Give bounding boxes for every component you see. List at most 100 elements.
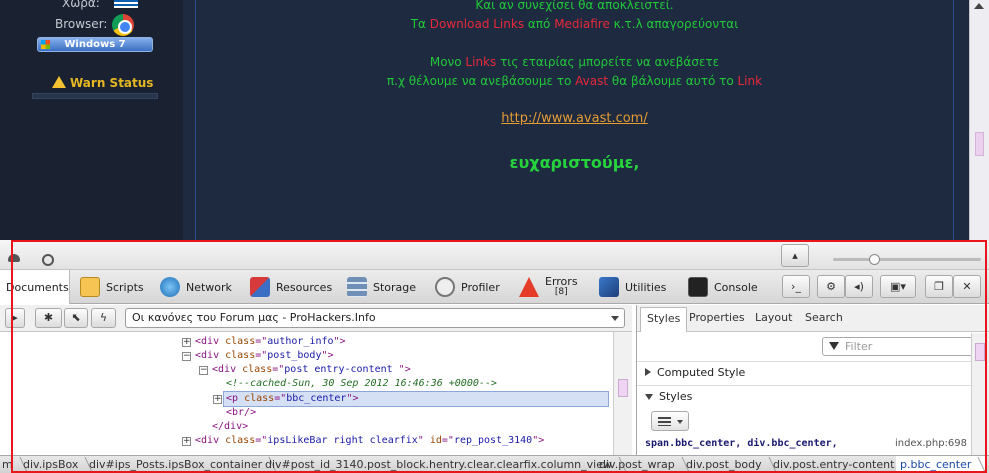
expand-icon — [645, 368, 651, 376]
cloud-icon[interactable] — [8, 254, 20, 262]
tab-label: Utilities — [625, 280, 667, 294]
page-scrollbar[interactable] — [969, 0, 989, 240]
tab-errors[interactable]: Errors [8] — [519, 270, 578, 304]
tab-layout[interactable]: Layout — [755, 311, 792, 324]
avast-link-text[interactable]: http://www.avast.com/ — [501, 111, 647, 126]
back-arrow-icon[interactable]: ▸ — [5, 308, 25, 328]
dom-node[interactable]: − <div class="post entry-content "> — [199, 363, 411, 377]
dom-node[interactable]: + <div class="author_info"> — [182, 335, 346, 349]
tab-console[interactable]: Console — [688, 270, 758, 304]
speedometer-icon[interactable] — [42, 254, 54, 266]
documents-toolbar: ▸ ✱ ⬉ ϟ Οι κανόνες του Forum μας - ProHa… — [0, 305, 632, 332]
tab-label: Network — [186, 280, 232, 294]
css-rule-selector[interactable]: span.bbc_center, div.bbc_center, — [645, 438, 838, 449]
warning-icon — [52, 76, 66, 88]
breadcrumb-item-current[interactable]: p.bbc_center — [896, 456, 986, 473]
breadcrumb-item[interactable]: div#ips_Posts.ipsBox_container — [85, 456, 276, 473]
style-options-button[interactable] — [651, 411, 689, 431]
errors-icon — [519, 277, 539, 297]
tab-resources[interactable]: Resources — [250, 270, 332, 304]
computed-style-section[interactable]: Computed Style — [637, 361, 989, 383]
tab-label: Storage — [373, 280, 417, 294]
dom-comment[interactable]: <!--cached-Sun, 30 Sep 2012 16:46:36 +00… — [226, 377, 497, 391]
tab-storage[interactable]: Storage — [347, 270, 416, 304]
windows-logo-icon — [41, 40, 50, 49]
avast-link[interactable]: http://www.avast.com/ — [196, 111, 953, 126]
tab-utilities[interactable]: Utilities — [599, 270, 666, 304]
browser-label: Browser: — [55, 17, 108, 31]
settings-gear-icon[interactable]: ⚙ — [817, 275, 845, 298]
network-icon — [160, 277, 180, 297]
tab-label: Profiler — [461, 280, 500, 294]
undock-icon[interactable]: ❐ — [925, 275, 953, 298]
tab-profiler[interactable]: Profiler — [435, 270, 500, 304]
close-icon[interactable]: ✕ — [953, 275, 981, 298]
tab-documents[interactable]: Documents — [0, 270, 70, 304]
warn-status[interactable]: Warn Status — [52, 76, 153, 90]
dom-scrollbar[interactable] — [613, 332, 632, 455]
warn-status-label: Warn Status — [70, 76, 154, 90]
collapse-button[interactable]: ▴ — [781, 244, 809, 267]
breadcrumb-item[interactable]: div#post_id_3140.post_block.hentry.clear… — [261, 456, 626, 473]
section-label: Computed Style — [657, 366, 746, 379]
browser-mode-button[interactable]: ▣▾ — [880, 275, 916, 298]
select-element-icon[interactable]: ✱ — [35, 308, 62, 328]
tab-styles[interactable]: Styles — [640, 307, 688, 332]
post-content: Και αν συνεχίσει θα αποκλειστεί. Τα Down… — [195, 0, 954, 240]
filter-input[interactable]: Filter — [822, 337, 983, 356]
dom-close-tag[interactable]: </div> — [212, 420, 248, 434]
styles-section[interactable]: Styles — [637, 385, 989, 407]
css-rule-source[interactable]: index.php:698 — [895, 438, 967, 449]
styles-scrollbar[interactable] — [971, 333, 989, 455]
zoom-slider[interactable] — [833, 254, 981, 265]
dom-tree: + <div class="author_info"> − <div class="… — [0, 332, 632, 455]
tab-search[interactable]: Search — [805, 311, 843, 324]
dom-node[interactable]: + <div class="ipsLikeBar right clearfix" … — [182, 434, 544, 448]
console-prompt-button[interactable]: ›_ — [782, 275, 810, 298]
document-select[interactable]: Οι κανόνες του Forum μας - ProHackers.In… — [125, 308, 625, 328]
scroll-thumb[interactable] — [618, 379, 628, 397]
tab-scripts[interactable]: Scripts — [80, 270, 144, 304]
thanks-text: ευχαριστούμε, — [509, 153, 640, 172]
tab-label: Documents — [6, 280, 69, 294]
webpage-area: Χώρα: Browser: Windows 7 Warn Status Και… — [0, 0, 989, 240]
section-label: Styles — [659, 390, 693, 403]
country-label: Χώρα: — [62, 0, 100, 10]
lightning-icon[interactable]: ϟ — [91, 308, 116, 328]
utilities-icon — [599, 277, 619, 297]
dom-node-selected[interactable]: + <p class="bbc_center"> — [213, 392, 359, 406]
console-icon — [688, 277, 708, 297]
styles-pane: Styles Properties Layout Search Filter C… — [636, 305, 989, 455]
breadcrumb-item[interactable]: div.post_wrap — [595, 456, 689, 473]
tab-properties[interactable]: Properties — [689, 311, 745, 324]
windows7-badge: Windows 7 — [37, 37, 153, 52]
breadcrumb-item[interactable]: div.ipsBox — [19, 456, 92, 473]
post-line: Και αν συνεχίσει θα αποκλειστεί. — [475, 0, 674, 12]
breadcrumb-item[interactable]: div.post.entry-content — [769, 456, 908, 473]
greek-flag-icon — [114, 0, 138, 8]
os-label: Windows 7 — [64, 39, 126, 50]
tab-network[interactable]: Network — [160, 270, 232, 304]
post-line: π.χ θέλουμε να ανεβάσουμε το Avast θα βά… — [386, 74, 763, 88]
post-line: Τα Download Links από Mediafire κ.τ.λ απ… — [410, 17, 739, 31]
dom-node[interactable]: <br/> — [226, 406, 256, 420]
resources-icon — [250, 277, 270, 297]
sound-icon[interactable]: ◂) — [845, 275, 873, 298]
chrome-icon — [112, 14, 134, 36]
collapse-icon — [645, 394, 653, 400]
devtools-toolbar: ▴ — [0, 240, 989, 270]
highlight-icon[interactable]: ⬉ — [64, 308, 88, 328]
tab-label: Resources — [276, 280, 333, 294]
profiler-icon — [435, 277, 455, 297]
scroll-up-icon[interactable] — [974, 3, 984, 9]
zoom-knob[interactable] — [869, 254, 880, 265]
breadcrumb: m div.ipsBox div#ips_Posts.ipsBox_contai… — [0, 455, 989, 473]
chevron-down-icon — [611, 316, 619, 321]
scroll-thumb[interactable] — [975, 343, 985, 361]
dom-node[interactable]: − <div class="post_body"> — [182, 349, 334, 363]
user-sidebar: Χώρα: Browser: Windows 7 Warn Status — [0, 0, 183, 240]
breadcrumb-item[interactable]: div.post_body — [682, 456, 776, 473]
scroll-thumb[interactable] — [975, 132, 984, 156]
post-line: Μονο Links τις εταιρίας μπορείτε να ανεβ… — [429, 55, 720, 69]
tab-label: Console — [714, 280, 758, 294]
